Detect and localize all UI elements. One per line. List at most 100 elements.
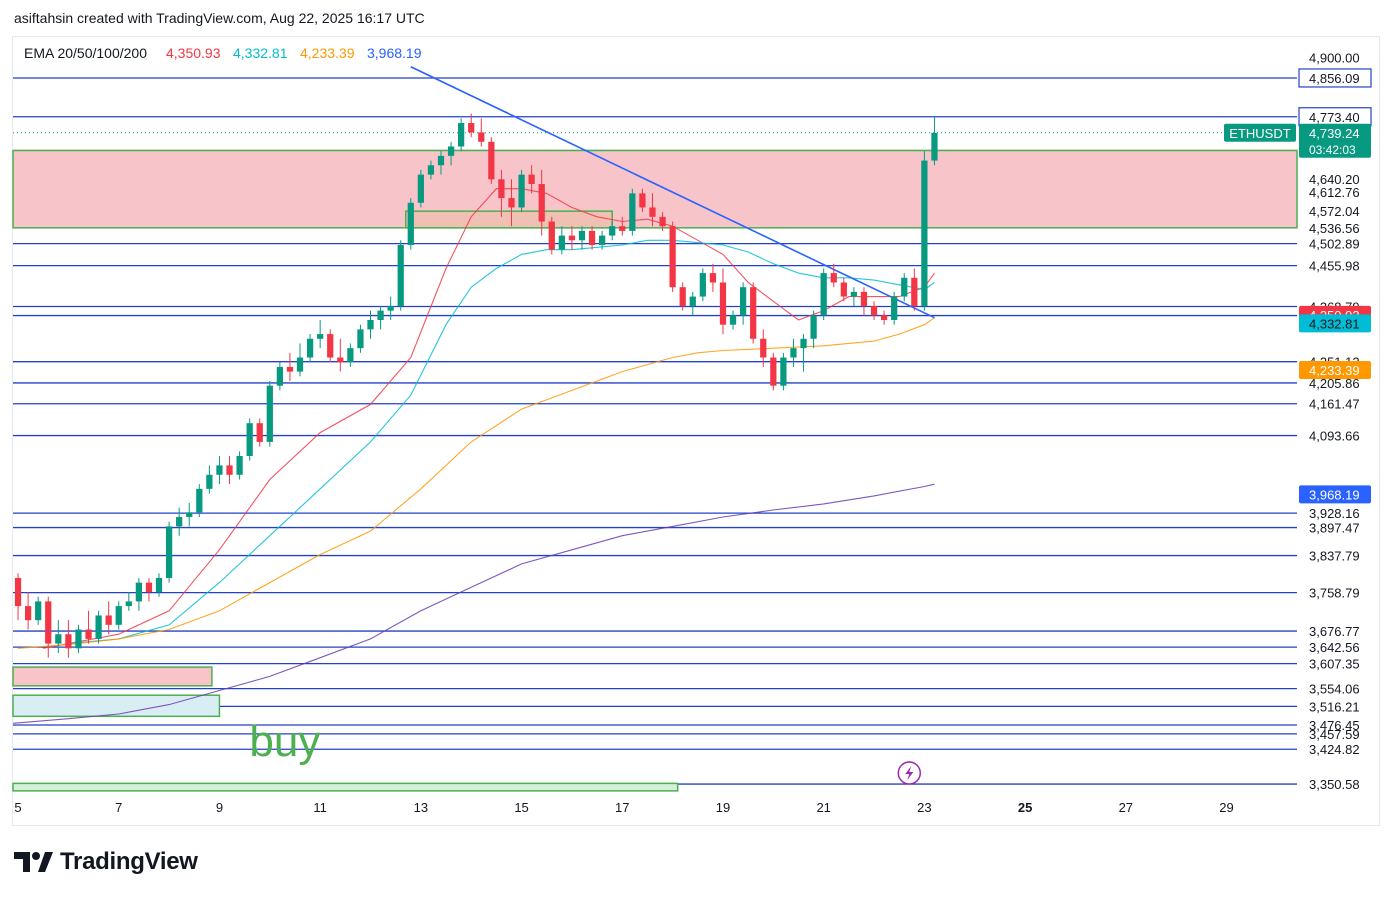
candle-body bbox=[860, 291, 868, 306]
price-tick-label: 3,676.77 bbox=[1309, 624, 1360, 639]
ema-line bbox=[17, 317, 935, 649]
candle-body bbox=[911, 277, 918, 306]
price-label-text: 4,233.39 bbox=[1309, 363, 1360, 378]
candle-body bbox=[689, 296, 696, 306]
price-tick-label: 4,572.04 bbox=[1309, 204, 1360, 219]
candle-body bbox=[820, 273, 827, 316]
countdown-label: 03:42:03 bbox=[1309, 143, 1356, 157]
candle-body bbox=[729, 315, 737, 325]
candle-body bbox=[105, 615, 112, 625]
price-tick-label: 3,642.56 bbox=[1309, 640, 1360, 655]
candle-body bbox=[679, 287, 686, 306]
candle-body bbox=[659, 216, 666, 227]
candle-body bbox=[35, 601, 42, 621]
candle-body bbox=[226, 465, 233, 475]
candle-body bbox=[145, 582, 153, 593]
candle-body bbox=[427, 165, 435, 175]
candle-body bbox=[357, 329, 364, 349]
price-tick-label: 3,424.82 bbox=[1309, 742, 1360, 757]
candle-body bbox=[65, 634, 72, 649]
candle-body bbox=[478, 132, 485, 142]
candle-body bbox=[14, 577, 22, 607]
date-tick-label: 11 bbox=[313, 800, 327, 815]
candle-body bbox=[619, 226, 626, 231]
price-tick-label: 3,457.59 bbox=[1309, 727, 1360, 742]
date-tick-label: 17 bbox=[615, 800, 629, 815]
candle-body bbox=[186, 512, 193, 517]
zone-box bbox=[12, 694, 221, 718]
candle-body bbox=[780, 357, 787, 386]
candle-body bbox=[256, 423, 263, 442]
candle-body bbox=[629, 193, 636, 231]
candle-body bbox=[397, 244, 404, 306]
date-tick-label: 23 bbox=[917, 800, 931, 815]
zone-box bbox=[12, 782, 679, 792]
price-tick-label: 4,773.40 bbox=[1309, 110, 1360, 125]
price-tick-label: 3,554.06 bbox=[1309, 682, 1360, 697]
ema-line bbox=[68, 239, 935, 645]
candle-body bbox=[75, 629, 82, 649]
price-tick-label: 4,856.09 bbox=[1309, 71, 1360, 86]
candle-body bbox=[447, 146, 455, 156]
price-tick-label: 3,897.47 bbox=[1309, 521, 1360, 536]
indicator-legend: EMA 20/50/100/200 4,350.93 4,332.81 4,233.3… bbox=[24, 45, 422, 61]
candle-body bbox=[488, 141, 495, 180]
ema-lines bbox=[12, 188, 935, 724]
candle-body bbox=[760, 338, 767, 358]
price-tick-label: 4,093.66 bbox=[1309, 429, 1360, 444]
candle-body bbox=[196, 488, 203, 513]
candle-body bbox=[266, 385, 273, 442]
candle-body bbox=[296, 357, 304, 372]
price-tick-label: 3,607.35 bbox=[1309, 657, 1360, 672]
candle-body bbox=[176, 516, 183, 527]
price-tick-label: 3,516.21 bbox=[1309, 699, 1360, 714]
candle-body bbox=[558, 235, 565, 250]
candle-body bbox=[377, 310, 384, 321]
candle-body bbox=[810, 315, 817, 339]
candle-body bbox=[578, 230, 586, 241]
price-tick-label: 3,928.16 bbox=[1309, 506, 1360, 521]
candle-body bbox=[770, 357, 777, 386]
candle-body bbox=[95, 615, 102, 639]
ema-line bbox=[12, 483, 935, 724]
price-tick-label: 3,837.79 bbox=[1309, 549, 1360, 564]
candle-body bbox=[518, 174, 525, 208]
candle-body bbox=[24, 606, 32, 621]
candle-body bbox=[840, 282, 847, 297]
candle-body bbox=[538, 184, 545, 222]
candle-body bbox=[649, 207, 656, 217]
candle-body bbox=[327, 334, 334, 358]
candle-body bbox=[417, 174, 424, 203]
tradingview-logo[interactable]: TradingView bbox=[14, 848, 198, 876]
candle-body bbox=[347, 348, 354, 363]
candle-body bbox=[135, 582, 143, 602]
price-label-text: 4,739.24 bbox=[1309, 126, 1360, 141]
candle-body bbox=[165, 526, 173, 578]
date-tick-label: 19 bbox=[716, 800, 730, 815]
candle-body bbox=[669, 226, 676, 288]
candle-body bbox=[55, 634, 62, 644]
candle-body bbox=[155, 577, 163, 593]
candle-body bbox=[216, 465, 223, 475]
candle-body bbox=[719, 282, 727, 325]
indicator-value: 4,332.81 bbox=[233, 45, 288, 61]
indicator-value: 4,233.39 bbox=[300, 45, 355, 61]
zone-box bbox=[405, 210, 613, 229]
buy-annotation: buy bbox=[249, 717, 320, 766]
date-tick-label: 9 bbox=[216, 800, 223, 815]
candle-body bbox=[236, 456, 243, 475]
candle-body bbox=[709, 273, 717, 283]
annotations: buy bbox=[249, 717, 922, 785]
date-tick-label: 13 bbox=[414, 800, 428, 815]
candle-body bbox=[85, 629, 92, 639]
date-tick-label: 5 bbox=[14, 800, 21, 815]
candle-body bbox=[115, 606, 122, 625]
price-chart[interactable]: buy 4,900.004,856.094,773.404,701.434,64… bbox=[0, 0, 1392, 900]
zone-box bbox=[12, 666, 213, 687]
candle-body bbox=[468, 123, 475, 133]
candle-body bbox=[306, 338, 314, 358]
price-tick-label: 3,350.58 bbox=[1309, 777, 1360, 792]
price-tick-label: 3,758.79 bbox=[1309, 586, 1360, 601]
symbol-label: ETHUSDT bbox=[1229, 126, 1290, 141]
candle-body bbox=[800, 338, 807, 349]
